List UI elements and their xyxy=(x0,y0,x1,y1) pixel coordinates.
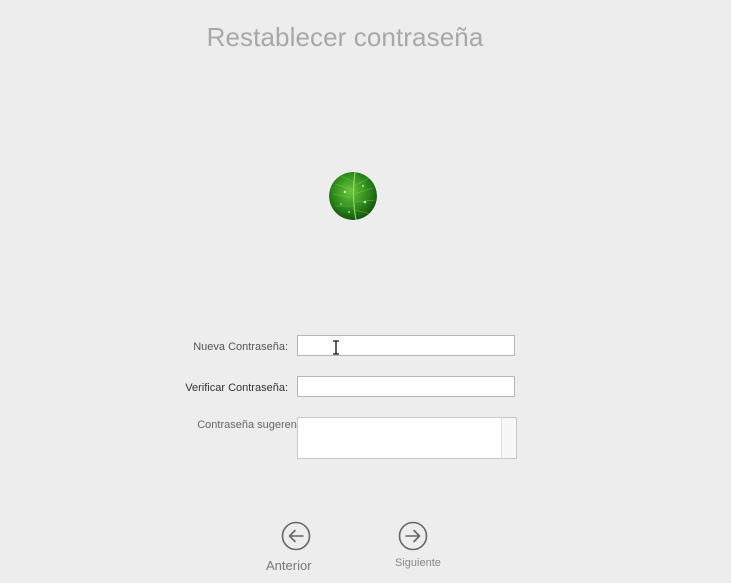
page-title: Restablecer contraseña xyxy=(206,22,484,52)
password-hint-label: Contraseña sugerencia: xyxy=(197,419,314,431)
new-password-label: Nueva Contraseña: xyxy=(193,341,288,353)
arrow-left-circle-icon[interactable] xyxy=(281,521,311,551)
password-hint-field[interactable] xyxy=(297,417,517,459)
arrow-right-circle-icon[interactable] xyxy=(398,521,428,551)
next-button-label[interactable]: Siguiente xyxy=(395,557,441,569)
back-button-label[interactable]: Anterior xyxy=(266,558,312,573)
user-avatar[interactable] xyxy=(329,172,377,220)
verify-password-label: Verificar Contraseña: xyxy=(185,382,288,394)
new-password-field[interactable] xyxy=(297,335,515,356)
verify-password-field[interactable] xyxy=(297,376,515,397)
leaf-avatar-icon xyxy=(329,172,377,220)
hint-scrollbar[interactable] xyxy=(501,418,516,458)
text-cursor-icon xyxy=(333,340,339,355)
